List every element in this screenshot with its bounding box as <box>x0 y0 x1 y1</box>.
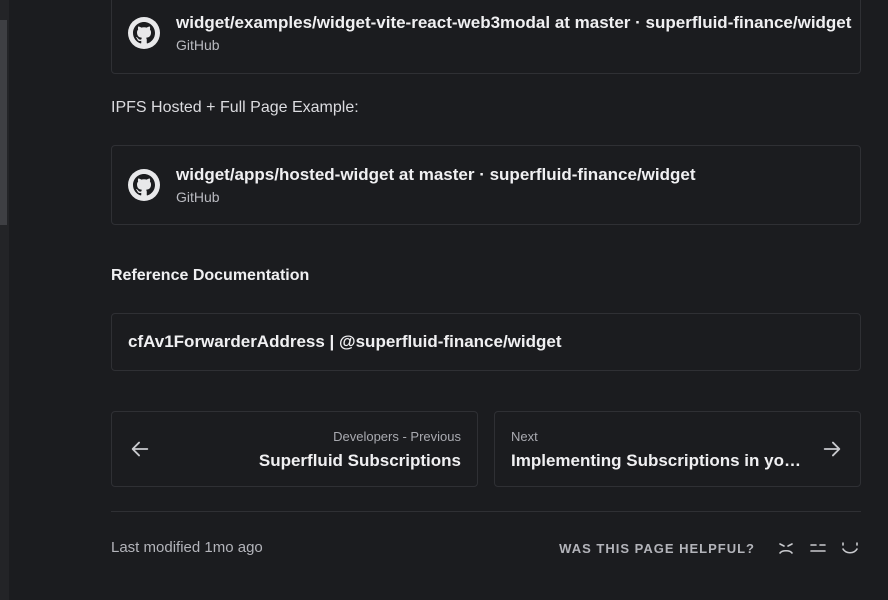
card-source: GitHub <box>176 189 220 205</box>
next-title: Implementing Subscriptions in your … <box>511 451 803 470</box>
previous-title: Superfluid Subscriptions <box>258 451 461 470</box>
footer-divider <box>111 511 861 512</box>
next-page-link[interactable]: Next Implementing Subscriptions in your … <box>494 411 861 487</box>
last-modified-text: Last modified 1mo ago <box>111 539 263 556</box>
page-feedback: WAS THIS PAGE HELPFUL? <box>559 539 861 557</box>
previous-label: Developers - Previous <box>333 429 461 444</box>
reference-link-card[interactable]: cfAv1ForwarderAddress | @superfluid-fina… <box>111 313 861 371</box>
github-link-card-hosted-widget[interactable]: widget/apps/hosted-widget at master · su… <box>111 145 861 225</box>
ipfs-paragraph: IPFS Hosted + Full Page Example: <box>111 99 359 116</box>
next-label: Next <box>511 429 538 444</box>
scrollbar-thumb[interactable] <box>0 20 7 225</box>
github-icon <box>128 17 160 49</box>
previous-page-link[interactable]: Developers - Previous Superfluid Subscri… <box>111 411 478 487</box>
reference-link-title: cfAv1ForwarderAddress | @superfluid-fina… <box>128 332 562 351</box>
neutral-face-icon[interactable] <box>807 539 829 557</box>
github-icon <box>128 169 160 201</box>
card-title: widget/apps/hosted-widget at master · su… <box>176 165 696 184</box>
github-link-card-vite-example[interactable]: widget/examples/widget-vite-react-web3mo… <box>111 0 861 74</box>
scrollbar-track[interactable] <box>0 0 9 600</box>
happy-face-icon[interactable] <box>839 539 861 557</box>
sad-face-icon[interactable] <box>775 539 797 557</box>
card-title: widget/examples/widget-vite-react-web3mo… <box>176 13 852 32</box>
reference-documentation-heading: Reference Documentation <box>111 267 310 284</box>
arrow-right-icon <box>823 441 841 457</box>
helpful-label: WAS THIS PAGE HELPFUL? <box>559 540 755 556</box>
arrow-left-icon <box>131 441 149 457</box>
card-source: GitHub <box>176 37 220 53</box>
